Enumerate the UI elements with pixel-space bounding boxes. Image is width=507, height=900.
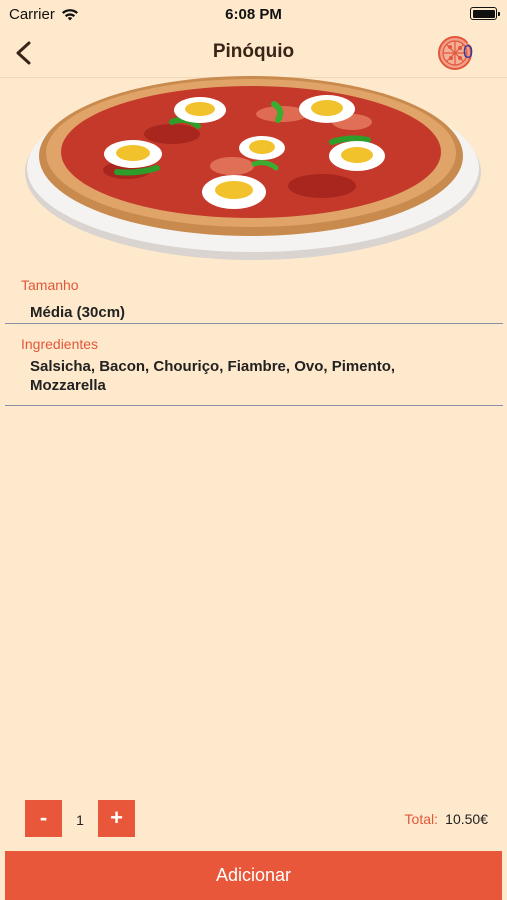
ingredients-divider (5, 405, 503, 406)
quantity-value: 1 (76, 812, 84, 828)
status-bar: Carrier 6:08 PM (0, 0, 507, 28)
total-label: Total: (404, 811, 438, 827)
ingredients-value: Salsicha, Bacon, Chouriço, Fiambre, Ovo,… (30, 358, 396, 394)
size-divider (5, 323, 503, 324)
add-to-cart-button[interactable]: Adicionar (5, 851, 502, 900)
pizza-image (25, 76, 481, 260)
navigation-bar: Pinóquio 0 (0, 28, 507, 78)
status-time: 6:08 PM (225, 6, 282, 23)
cart-count-badge: 0 (462, 42, 473, 62)
battery-icon (470, 7, 500, 20)
page-title: Pinóquio (212, 41, 295, 62)
ingredients-label: Ingredientes (21, 336, 99, 352)
increment-quantity-button[interactable]: + (98, 800, 135, 837)
size-label: Tamanho (21, 277, 79, 293)
total-value: 10.50€ (445, 811, 488, 827)
decrement-quantity-button[interactable]: - (25, 800, 62, 837)
size-value: Média (30cm) (30, 304, 126, 321)
